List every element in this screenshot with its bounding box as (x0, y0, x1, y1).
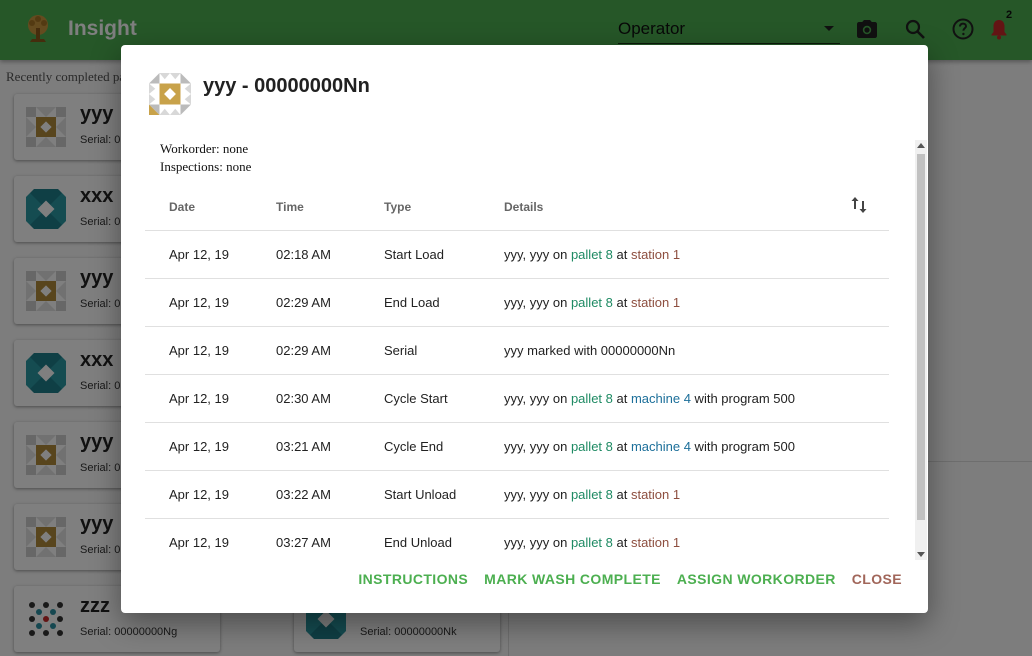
event-details: yyy, yyy on pallet 8 at station 1 (504, 518, 889, 560)
pallet-link[interactable]: pallet 8 (571, 487, 613, 502)
table-header-row: Date Time Type Details (145, 184, 889, 231)
part-info: Workorder: none Inspections: none (160, 140, 251, 176)
material-details-dialog: yyy - 00000000Nn Workorder: none Inspect… (121, 45, 928, 613)
pallet-link[interactable]: pallet 8 (571, 247, 613, 262)
event-date: Apr 12, 19 (145, 470, 276, 519)
table-row: Apr 12, 19 02:30 AM Cycle Start yyy, yyy on… (145, 374, 889, 423)
event-time: 03:22 AM (276, 470, 384, 519)
event-time: 03:27 AM (276, 518, 384, 560)
pallet-link[interactable]: pallet 8 (571, 439, 613, 454)
details-text: yyy, yyy on (504, 294, 571, 310)
column-header-details[interactable]: Details (504, 184, 829, 231)
event-date: Apr 12, 19 (145, 518, 276, 560)
column-header-date[interactable]: Date (145, 184, 276, 231)
details-text: at (612, 294, 631, 310)
details-text: yyy, yyy on (504, 534, 571, 550)
details-text: yyy, yyy on (504, 390, 571, 406)
event-type: Serial (384, 326, 504, 375)
column-header-time[interactable]: Time (276, 184, 384, 231)
event-date: Apr 12, 19 (145, 230, 276, 279)
instructions-button[interactable]: INSTRUCTIONS (350, 561, 476, 597)
inspections-text: Inspections: none (160, 159, 252, 174)
details-text: at (612, 390, 631, 406)
event-date: Apr 12, 19 (145, 326, 276, 375)
scroll-down-icon[interactable] (917, 552, 925, 557)
station-link[interactable]: station 1 (631, 295, 680, 310)
event-type: Start Load (384, 230, 504, 279)
details-text: yyy, yyy on (504, 246, 571, 262)
table-row: Apr 12, 19 02:18 AM Start Load yyy, yyy on … (145, 230, 889, 279)
assign-workorder-button[interactable]: ASSIGN WORKORDER (669, 561, 844, 597)
sort-arrows-icon (851, 197, 867, 214)
event-type: Cycle Start (384, 374, 504, 423)
event-time: 02:29 AM (276, 326, 384, 375)
event-date: Apr 12, 19 (145, 278, 276, 327)
mark-wash-complete-button[interactable]: MARK WASH COMPLETE (476, 561, 669, 597)
event-details: yyy, yyy on pallet 8 at station 1 (504, 278, 889, 327)
event-time: 02:29 AM (276, 278, 384, 327)
station-link[interactable]: station 1 (631, 535, 680, 550)
details-text: yyy, yyy on (504, 438, 571, 454)
event-details: yyy, yyy on pallet 8 at machine 4 with p… (504, 374, 889, 423)
scrollbar[interactable] (915, 140, 927, 560)
details-text: at (612, 438, 631, 454)
machine-link[interactable]: machine 4 (631, 439, 691, 454)
part-yyy-icon (149, 73, 191, 115)
details-text: yyy marked with 00000000Nn (504, 342, 676, 358)
event-time: 03:21 AM (276, 422, 384, 471)
pallet-link[interactable]: pallet 8 (571, 391, 613, 406)
dialog-title: yyy - 00000000Nn (203, 75, 370, 97)
machine-link[interactable]: machine 4 (631, 391, 691, 406)
details-text: yyy, yyy on (504, 486, 571, 502)
details-text: at (612, 534, 631, 550)
event-details: yyy marked with 00000000Nn (504, 326, 889, 375)
dialog-actions: INSTRUCTIONS MARK WASH COMPLETE ASSIGN W… (350, 561, 910, 597)
events-table: Date Time Type Details Apr 12, 19 02:18 A… (145, 184, 889, 560)
event-details: yyy, yyy on pallet 8 at station 1 (504, 230, 889, 279)
event-type: End Load (384, 278, 504, 327)
table-row: Apr 12, 19 03:21 AM Cycle End yyy, yyy on p… (145, 422, 889, 471)
workorder-text: Workorder: none (160, 141, 249, 156)
details-text: with program 500 (690, 390, 795, 406)
event-type: End Unload (384, 518, 504, 560)
event-details: yyy, yyy on pallet 8 at station 1 (504, 470, 889, 519)
event-details: yyy, yyy on pallet 8 at machine 4 with p… (504, 422, 889, 471)
event-time: 02:18 AM (276, 230, 384, 279)
table-row: Apr 12, 19 03:27 AM End Unload yyy, yyy on … (145, 518, 889, 560)
details-text: at (612, 486, 631, 502)
details-text: at (612, 246, 631, 262)
details-text: with program 500 (690, 438, 795, 454)
scroll-up-icon[interactable] (917, 143, 925, 148)
sort-button[interactable] (829, 184, 889, 231)
column-header-type[interactable]: Type (384, 184, 504, 231)
table-row: Apr 12, 19 03:22 AM Start Unload yyy, yyy o… (145, 470, 889, 519)
pallet-link[interactable]: pallet 8 (571, 295, 613, 310)
pallet-link[interactable]: pallet 8 (571, 535, 613, 550)
event-date: Apr 12, 19 (145, 422, 276, 471)
events-scroll-area[interactable]: Workorder: none Inspections: none Date T… (145, 140, 927, 560)
table-row: Apr 12, 19 02:29 AM Serial yyy marked with … (145, 326, 889, 375)
station-link[interactable]: station 1 (631, 247, 680, 262)
event-type: Cycle End (384, 422, 504, 471)
table-row: Apr 12, 19 02:29 AM End Load yyy, yyy on pa… (145, 278, 889, 327)
station-link[interactable]: station 1 (631, 487, 680, 502)
event-time: 02:30 AM (276, 374, 384, 423)
event-date: Apr 12, 19 (145, 374, 276, 423)
event-type: Start Unload (384, 470, 504, 519)
scrollbar-thumb[interactable] (917, 154, 925, 520)
close-button[interactable]: CLOSE (844, 561, 910, 597)
